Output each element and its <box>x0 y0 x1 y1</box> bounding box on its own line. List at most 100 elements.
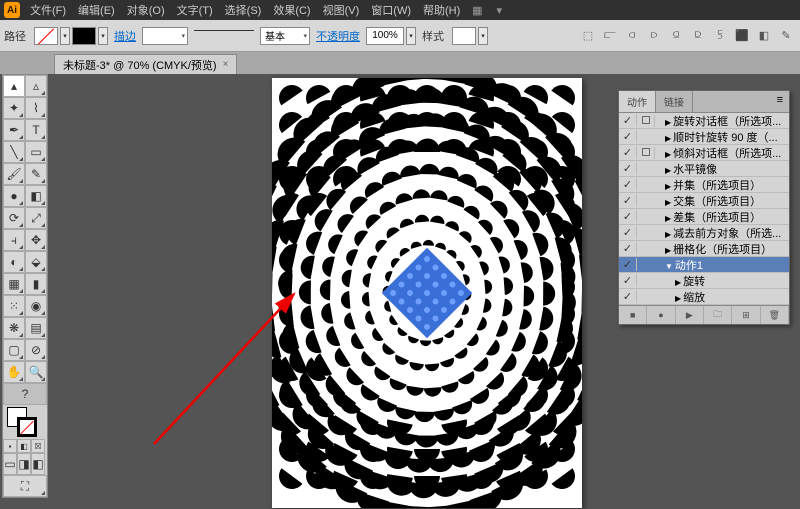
fill-dropdown[interactable]: ▾ <box>60 27 70 45</box>
toggle-check[interactable]: ✓ <box>619 226 637 239</box>
opacity-input[interactable] <box>366 27 404 45</box>
toggle-check[interactable]: ✓ <box>619 258 637 271</box>
menu-view[interactable]: 视图(V) <box>317 0 366 20</box>
action-row[interactable]: ✓▶旋转对话框（所选项... <box>619 113 789 129</box>
menu-type[interactable]: 文字(T) <box>171 0 219 20</box>
menu-edit[interactable]: 编辑(E) <box>72 0 121 20</box>
type-tool[interactable]: T <box>25 119 47 141</box>
menu-effect[interactable]: 效果(C) <box>267 0 316 20</box>
toggle-check[interactable]: ✓ <box>619 210 637 223</box>
toggle-check[interactable]: ✓ <box>619 178 637 191</box>
toggle-check[interactable]: ✓ <box>619 146 637 159</box>
isolate-icon[interactable]: ◧ <box>754 27 774 45</box>
toggle-check[interactable]: ✓ <box>619 242 637 255</box>
blend-tool[interactable]: ◉ <box>25 295 47 317</box>
delete-button[interactable]: 🗑 <box>761 306 789 324</box>
paintbrush-tool[interactable]: 🖌 <box>3 163 25 185</box>
align-icon[interactable]: ⬚ <box>578 27 598 45</box>
stop-button[interactable]: ■ <box>619 306 647 324</box>
blob-brush-tool[interactable]: ● <box>3 185 25 207</box>
perspective-tool[interactable]: ⬙ <box>25 251 47 273</box>
actions-list[interactable]: ✓▶旋转对话框（所选项...✓▶顺时针旋转 90 度（...✓▶倾斜对话框（所选… <box>619 113 789 305</box>
panel-menu-icon[interactable]: ≡ <box>771 91 789 112</box>
toggle-check[interactable]: ✓ <box>619 274 637 287</box>
bridge-icon[interactable]: ▦ <box>468 1 486 19</box>
tab-links[interactable]: 链接 <box>656 91 693 112</box>
draw-inside[interactable]: ◧ <box>31 453 45 475</box>
magic-wand-tool[interactable]: ✦ <box>3 97 25 119</box>
action-row[interactable]: ✓▶减去前方对象（所选... <box>619 225 789 241</box>
stroke-weight[interactable] <box>142 27 188 45</box>
new-action-button[interactable]: ⊞ <box>732 306 760 324</box>
width-tool[interactable]: ⫞ <box>3 229 25 251</box>
toggle-check[interactable]: ✓ <box>619 290 637 303</box>
color-mode-normal[interactable]: ▪ <box>3 439 17 453</box>
align-bottom-icon[interactable]: ⫓ <box>710 27 730 45</box>
align-right-icon[interactable]: ⫐ <box>644 27 664 45</box>
free-transform-tool[interactable]: ✥ <box>25 229 47 251</box>
action-row[interactable]: ✓▶交集（所选项目） <box>619 193 789 209</box>
toggle-dialog[interactable] <box>637 115 655 127</box>
shape-builder-tool[interactable]: ◐ <box>3 251 25 273</box>
selection-tool[interactable]: ▴ <box>3 75 25 97</box>
document-tab[interactable]: 未标题-3* @ 70% (CMYK/预览) × <box>54 54 237 74</box>
action-row[interactable]: ✓▶顺时针旋转 90 度（... <box>619 129 789 145</box>
style-swatch[interactable] <box>452 27 476 45</box>
close-tab-icon[interactable]: × <box>223 59 229 70</box>
draw-normal[interactable]: ▭ <box>3 453 17 475</box>
menu-select[interactable]: 选择(S) <box>219 0 268 20</box>
menu-file[interactable]: 文件(F) <box>24 0 72 20</box>
action-row[interactable]: ✓▶并集（所选项目） <box>619 177 789 193</box>
slice-tool[interactable]: ⊘ <box>25 339 47 361</box>
new-set-button[interactable]: 🗀 <box>704 306 732 324</box>
artboard[interactable] <box>272 78 582 508</box>
fill-swatch[interactable] <box>34 27 58 45</box>
action-row[interactable]: ✓▶差集（所选项目） <box>619 209 789 225</box>
brush-select[interactable]: 基本 <box>260 27 310 45</box>
stroke-dropdown[interactable]: ▾ <box>98 27 108 45</box>
toggle-check[interactable]: ✓ <box>619 162 637 175</box>
arrange-icon[interactable]: ▾ <box>490 1 508 19</box>
toggle-check[interactable]: ✓ <box>619 114 637 127</box>
align-top-icon[interactable]: ⫑ <box>666 27 686 45</box>
rotate-tool[interactable]: ⟳ <box>3 207 25 229</box>
action-row[interactable]: ✓▶栅格化（所选项目） <box>619 241 789 257</box>
scale-tool[interactable]: ⤢ <box>25 207 47 229</box>
toggle-check[interactable]: ✓ <box>619 194 637 207</box>
eraser-tool[interactable]: ◧ <box>25 185 47 207</box>
record-button[interactable]: ● <box>647 306 675 324</box>
help-tool[interactable]: ? <box>3 383 47 405</box>
toggle-check[interactable]: ✓ <box>619 130 637 143</box>
zoom-tool[interactable]: 🔍 <box>25 361 47 383</box>
play-button[interactable]: ▶ <box>676 306 704 324</box>
action-row[interactable]: ✓▶缩放 <box>619 289 789 305</box>
line-tool[interactable]: ╲ <box>3 141 25 163</box>
rectangle-tool[interactable]: ▭ <box>25 141 47 163</box>
eyedropper-tool[interactable]: ⁙ <box>3 295 25 317</box>
mesh-tool[interactable]: ▦ <box>3 273 25 295</box>
tab-actions[interactable]: 动作 <box>619 91 656 112</box>
action-row[interactable]: ✓▶旋转 <box>619 273 789 289</box>
action-row[interactable]: ✓▶倾斜对话框（所选项... <box>619 145 789 161</box>
toggle-dialog[interactable] <box>637 147 655 159</box>
stroke-box[interactable] <box>17 417 37 437</box>
hand-tool[interactable]: ✋ <box>3 361 25 383</box>
style-dropdown[interactable]: ▾ <box>478 27 488 45</box>
action-row[interactable]: ✓▼动作1 <box>619 257 789 273</box>
action-row[interactable]: ✓▶水平镜像 <box>619 161 789 177</box>
fill-stroke-control[interactable] <box>3 405 47 439</box>
stroke-link[interactable]: 描边 <box>114 28 136 44</box>
screen-mode-button[interactable]: ⛶ <box>3 475 47 497</box>
lasso-tool[interactable]: ⌇ <box>25 97 47 119</box>
align-vcenter-icon[interactable]: ⫒ <box>688 27 708 45</box>
pen-tool[interactable]: ✒ <box>3 119 25 141</box>
pencil-tool[interactable]: ✎ <box>25 163 47 185</box>
graph-tool[interactable]: ▤ <box>25 317 47 339</box>
color-mode-none[interactable]: ☒ <box>31 439 45 453</box>
stroke-swatch[interactable] <box>72 27 96 45</box>
symbol-sprayer-tool[interactable]: ❋ <box>3 317 25 339</box>
menu-object[interactable]: 对象(O) <box>121 0 171 20</box>
menu-window[interactable]: 窗口(W) <box>365 0 417 20</box>
direct-selection-tool[interactable]: ▵ <box>25 75 47 97</box>
gradient-tool[interactable]: ▮ <box>25 273 47 295</box>
